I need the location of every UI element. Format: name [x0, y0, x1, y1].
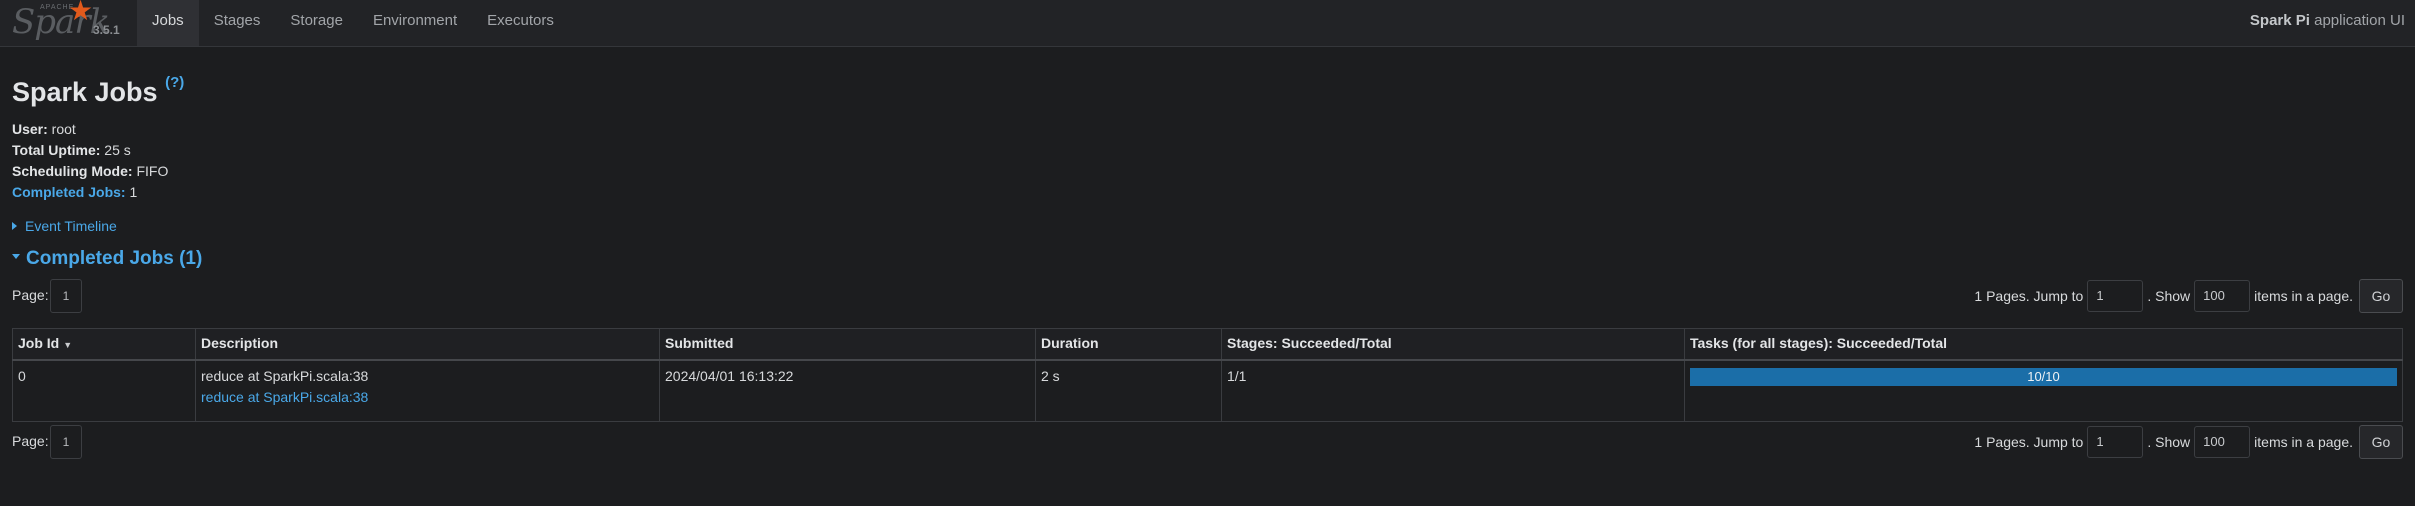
- jump-to-page-input[interactable]: 1: [2087, 280, 2144, 312]
- summary-uptime: Total Uptime: 25 s: [12, 140, 168, 161]
- page-number-button[interactable]: 1: [50, 425, 82, 459]
- app-name-bold: Spark Pi: [2249, 12, 2310, 29]
- pages-text: 1 Pages. Jump to: [1974, 434, 2084, 450]
- top-navbar: Spark APACHE ★ 3.5.1 Jobs Stages Storage…: [0, 0, 2415, 47]
- pagination-bottom: Page: 1 1 Pages. Jump to 1 . Show 100 it…: [12, 425, 2403, 459]
- items-text: items in a page.: [2254, 288, 2353, 304]
- completed-jobs-link[interactable]: Completed Jobs:: [12, 184, 126, 200]
- completed-jobs-table: Job Id ▼ Description Submitted Duration S…: [12, 328, 2403, 422]
- page-label: Page:: [12, 433, 49, 449]
- stages-cell: 1/1: [1221, 359, 1685, 422]
- sort-descending-icon: ▼: [63, 340, 73, 350]
- summary-scheduling-mode: Scheduling Mode: FIFO: [12, 161, 168, 182]
- submitted-cell: 2024/04/01 16:13:22: [659, 359, 1036, 422]
- job-summary: User: root Total Uptime: 25 s Scheduling…: [12, 119, 168, 203]
- user-label: User:: [12, 121, 48, 137]
- page-size-input[interactable]: 100: [2194, 280, 2251, 312]
- uptime-value: 25 s: [100, 142, 131, 158]
- go-button[interactable]: Go: [2359, 425, 2403, 459]
- spark-version: 3.5.1: [93, 23, 120, 37]
- caret-down-icon: [12, 254, 20, 260]
- column-header-description[interactable]: Description: [195, 328, 660, 361]
- summary-completed-jobs: Completed Jobs: 1: [12, 182, 168, 203]
- uptime-label: Total Uptime:: [12, 142, 101, 158]
- column-header-submitted[interactable]: Submitted: [659, 328, 1036, 361]
- show-text: . Show: [2147, 434, 2191, 450]
- duration-cell: 2 s: [1035, 359, 1222, 422]
- tab-jobs[interactable]: Jobs: [137, 0, 199, 46]
- description-cell: reduce at SparkPi.scala:38 reduce at Spa…: [195, 359, 660, 422]
- column-header-stages[interactable]: Stages: Succeeded/Total: [1221, 328, 1685, 361]
- pages-text: 1 Pages. Jump to: [1974, 288, 2084, 304]
- event-timeline-label: Event Timeline: [25, 218, 117, 234]
- column-header-duration[interactable]: Duration: [1035, 328, 1222, 361]
- column-header-job-id[interactable]: Job Id ▼: [12, 328, 196, 361]
- show-text: . Show: [2147, 288, 2191, 304]
- page-label: Page:: [12, 287, 49, 303]
- application-name: Spark Pi application UI: [2250, 0, 2405, 42]
- tab-storage[interactable]: Storage: [275, 0, 358, 46]
- user-value: root: [47, 121, 76, 137]
- table-header-row: Job Id ▼ Description Submitted Duration S…: [12, 328, 2403, 361]
- page-title-text: Spark Jobs: [12, 77, 158, 107]
- completed-jobs-header[interactable]: Completed Jobs (1): [12, 248, 202, 270]
- description-link[interactable]: reduce at SparkPi.scala:38: [201, 389, 368, 405]
- help-link[interactable]: (?): [165, 74, 184, 91]
- column-header-tasks[interactable]: Tasks (for all stages): Succeeded/Total: [1684, 328, 2403, 361]
- nav-tabs: Jobs Stages Storage Environment Executor…: [137, 0, 569, 46]
- page-title: Spark Jobs (?): [12, 74, 184, 108]
- jump-to-page-input[interactable]: 1: [2087, 426, 2144, 458]
- spark-star-icon: ★: [68, 0, 94, 26]
- page-size-input[interactable]: 100: [2194, 426, 2251, 458]
- mode-value: FIFO: [132, 163, 169, 179]
- tab-stages[interactable]: Stages: [199, 0, 276, 46]
- tab-executors[interactable]: Executors: [472, 0, 569, 46]
- tasks-cell: 10/10: [1684, 359, 2403, 422]
- spark-logo[interactable]: Spark APACHE ★ 3.5.1: [10, 0, 130, 46]
- completed-jobs-title: Completed Jobs (1): [26, 248, 203, 269]
- description-text: reduce at SparkPi.scala:38: [201, 368, 369, 384]
- table-row: 0 reduce at SparkPi.scala:38 reduce at S…: [12, 359, 2403, 422]
- completed-label: Completed Jobs:: [12, 184, 126, 200]
- items-text: items in a page.: [2254, 434, 2353, 450]
- pagination-top: Page: 1 1 Pages. Jump to 1 . Show 100 it…: [12, 279, 2403, 313]
- summary-user: User: root: [12, 119, 168, 140]
- page-number-button[interactable]: 1: [50, 279, 82, 313]
- tab-environment[interactable]: Environment: [358, 0, 472, 46]
- job-id-cell: 0: [12, 359, 196, 422]
- tasks-progress-bar: 10/10: [1690, 368, 2397, 386]
- pagination-controls: 1 Pages. Jump to 1 . Show 100 items in a…: [1974, 279, 2403, 313]
- completed-value: 1: [125, 184, 138, 200]
- pagination-controls: 1 Pages. Jump to 1 . Show 100 items in a…: [1974, 425, 2403, 459]
- event-timeline-toggle[interactable]: Event Timeline: [12, 218, 117, 234]
- tasks-progress-label: 10/10: [2027, 369, 2060, 384]
- job-id-header-label: Job Id: [18, 335, 60, 351]
- caret-right-icon: [12, 222, 17, 231]
- mode-label: Scheduling Mode:: [12, 163, 133, 179]
- go-button[interactable]: Go: [2359, 279, 2403, 313]
- app-name-suffix: application UI: [2309, 12, 2405, 29]
